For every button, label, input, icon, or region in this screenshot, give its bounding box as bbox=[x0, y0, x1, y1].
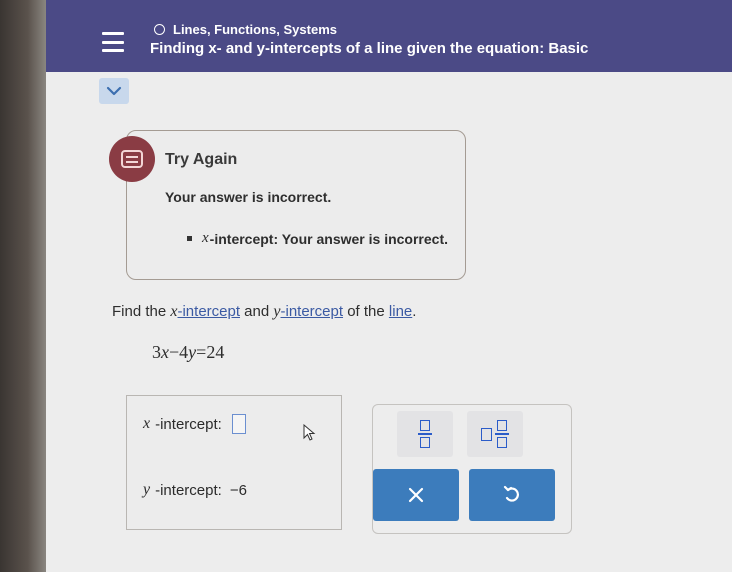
y-intercept-link[interactable]: -intercept bbox=[281, 303, 344, 320]
equation: 3x−4y=24 bbox=[152, 342, 224, 363]
problem-text-3: of the bbox=[343, 303, 389, 320]
y-intercept-input[interactable]: −6 bbox=[230, 482, 247, 499]
problem-text-1: Find the bbox=[112, 303, 171, 320]
topic-text: Lines, Functions, Systems bbox=[173, 22, 337, 37]
problem-text-2: and bbox=[240, 303, 274, 320]
y-intercept-row: y -intercept: −6 bbox=[143, 481, 247, 499]
eq-var-x: x bbox=[161, 342, 169, 362]
feedback-bullet: x -intercept: Your answer is incorrect. bbox=[187, 230, 448, 247]
feedback-panel: Try Again Your answer is incorrect. x -i… bbox=[109, 130, 466, 280]
mixed-number-button[interactable] bbox=[467, 411, 523, 457]
x-icon bbox=[408, 487, 424, 503]
problem-text-4: . bbox=[412, 303, 417, 320]
undo-button[interactable] bbox=[469, 469, 555, 521]
line-link[interactable]: line bbox=[389, 303, 412, 320]
x-intercept-row: x -intercept: bbox=[143, 414, 246, 434]
circle-icon bbox=[154, 24, 165, 35]
eq-coef-1: 3 bbox=[152, 342, 161, 362]
bullet-variable: x bbox=[202, 230, 209, 246]
math-toolbar bbox=[372, 404, 572, 534]
answer-area: x -intercept: y -intercept: −6 bbox=[126, 395, 342, 530]
x-intercept-var: x bbox=[143, 415, 151, 432]
eq-var-y: y bbox=[188, 342, 197, 362]
page-title: Finding x- and y-intercepts of a line gi… bbox=[150, 40, 589, 57]
message-icon bbox=[109, 136, 155, 182]
screen: Lines, Functions, Systems Finding x- and… bbox=[46, 0, 732, 572]
y-intercept-var: y bbox=[143, 481, 151, 498]
device-bezel bbox=[0, 0, 46, 572]
eq-rhs: 24 bbox=[206, 342, 225, 362]
bullet-text: -intercept: Your answer is incorrect. bbox=[209, 230, 448, 247]
x-intercept-label: -intercept: bbox=[155, 415, 222, 433]
x-intercept-input[interactable] bbox=[231, 414, 246, 434]
eq-equals: = bbox=[196, 342, 207, 362]
bullet-dot bbox=[187, 236, 192, 241]
x-intercept-link[interactable]: -intercept bbox=[177, 303, 240, 320]
problem-statement: Find the x-intercept and y-intercept of … bbox=[112, 303, 416, 321]
expand-button[interactable] bbox=[99, 78, 129, 104]
clear-button[interactable] bbox=[373, 469, 459, 521]
eq-coef-2: 4 bbox=[179, 342, 189, 362]
mixed-number-icon bbox=[481, 420, 509, 448]
y-intercept-label: -intercept: bbox=[155, 481, 222, 499]
top-header: Lines, Functions, Systems Finding x- and… bbox=[46, 0, 732, 72]
fraction-icon bbox=[418, 420, 432, 448]
feedback-message: Your answer is incorrect. bbox=[165, 189, 332, 205]
menu-icon[interactable] bbox=[102, 32, 124, 52]
feedback-title: Try Again bbox=[165, 151, 238, 168]
undo-icon bbox=[503, 485, 519, 502]
topic-label: Lines, Functions, Systems bbox=[154, 22, 337, 37]
chevron-down-icon bbox=[106, 86, 122, 96]
problem-var-y: y bbox=[273, 303, 281, 320]
eq-minus: − bbox=[169, 342, 180, 362]
mouse-cursor-icon bbox=[303, 424, 316, 441]
fraction-button[interactable] bbox=[397, 411, 453, 457]
